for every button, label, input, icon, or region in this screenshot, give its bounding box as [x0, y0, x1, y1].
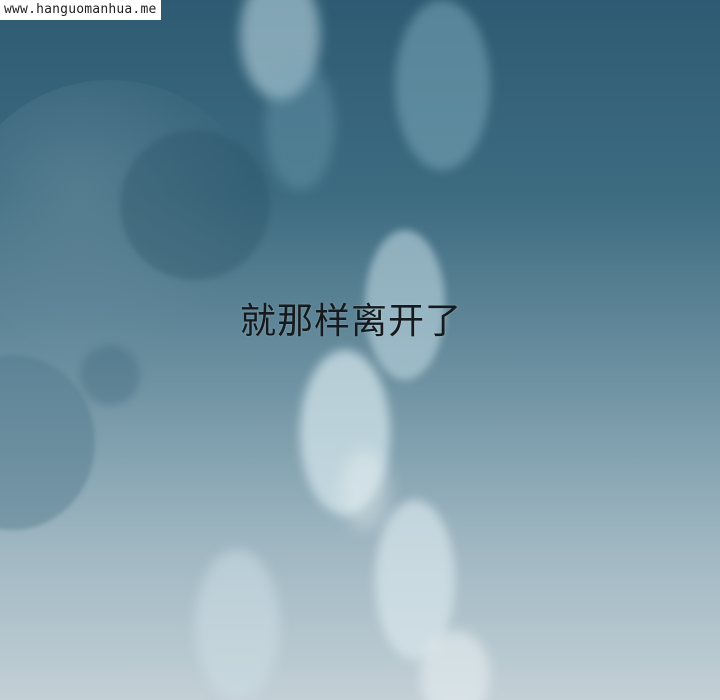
watermark-url: www.hanguomanhua.me	[0, 0, 161, 20]
haze-glow	[0, 80, 260, 360]
bokeh-background	[0, 0, 720, 700]
bokeh-circle	[80, 345, 140, 405]
bokeh-circle	[240, 0, 320, 100]
bokeh-circle	[395, 0, 490, 170]
bokeh-circle	[340, 450, 390, 530]
bokeh-circle	[375, 500, 455, 660]
bokeh-circle	[120, 130, 270, 280]
bokeh-circle	[195, 550, 280, 700]
bokeh-circle	[300, 350, 390, 515]
bokeh-circle	[265, 60, 335, 190]
comic-caption: 就那样离开了	[240, 301, 463, 342]
bokeh-circle	[0, 355, 95, 530]
bokeh-circle	[420, 630, 490, 700]
